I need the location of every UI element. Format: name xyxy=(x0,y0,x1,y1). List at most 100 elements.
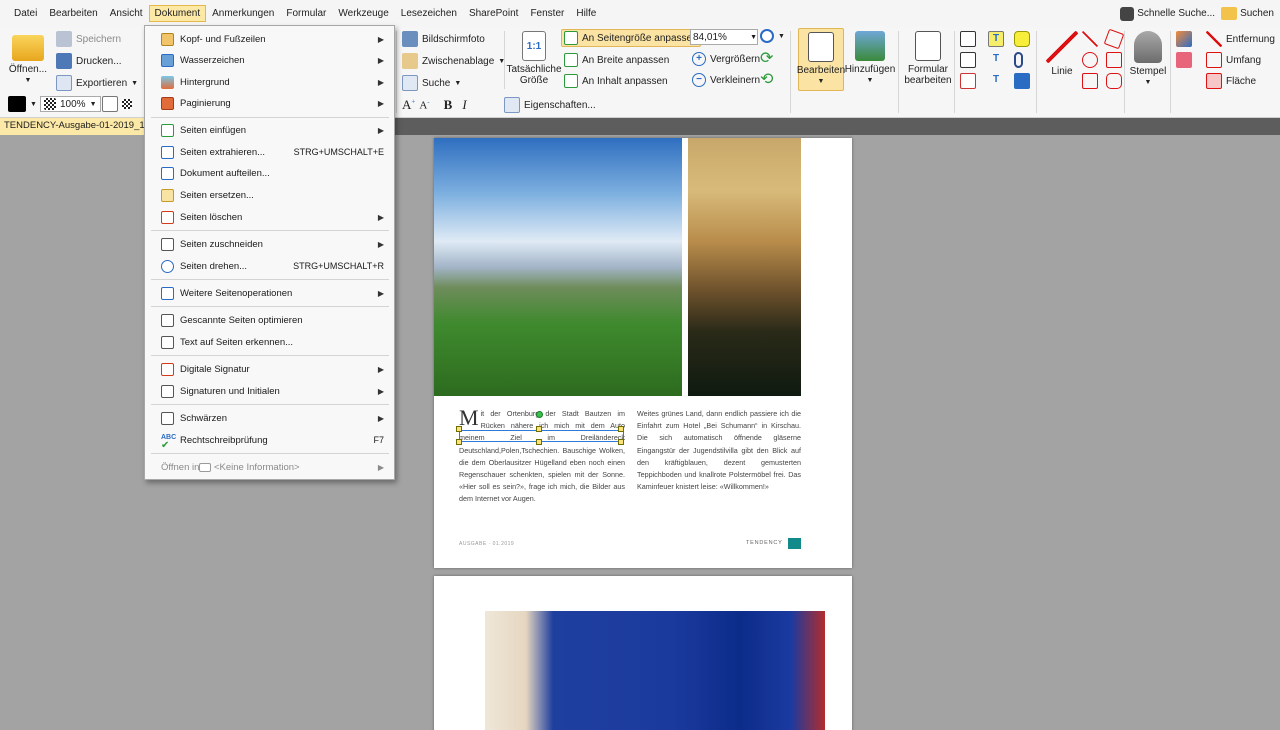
menu-item-wasserzeichen[interactable]: Wasserzeichen ▶ xyxy=(145,50,394,70)
menu-item-seiten-ersetzen[interactable]: Seiten ersetzen... xyxy=(145,185,394,205)
stroke-style-picker[interactable] xyxy=(102,96,132,112)
export-button[interactable]: Exportieren ▼ xyxy=(56,75,138,91)
pdf-page-1[interactable]: M it der Ortenburg der Stadt Bautzen im … xyxy=(434,138,852,568)
decrease-font-icon[interactable]: A- xyxy=(419,98,429,112)
menu-item-gescannte-seiten-optimieren[interactable]: Gescannte Seiten optimieren xyxy=(145,310,394,330)
search-tool-button[interactable]: Suche ▼ xyxy=(402,75,461,91)
ellipse-icon[interactable] xyxy=(1082,52,1098,68)
polygon-line-icon[interactable] xyxy=(1103,28,1125,50)
resize-handle[interactable] xyxy=(536,439,542,445)
rotate-cw-button[interactable]: ⟳ xyxy=(760,51,776,68)
menu-item-seiten-loeschen[interactable]: Seiten löschen ▶ xyxy=(145,207,394,227)
screenshot-button[interactable]: Bildschirmfoto xyxy=(402,31,485,47)
menu-separator xyxy=(151,230,389,231)
menu-dokument[interactable]: Dokument xyxy=(148,5,207,22)
distance-button[interactable]: Entfernung xyxy=(1206,31,1275,47)
menu-item-hintergrund[interactable]: Hintergrund ▶ xyxy=(145,72,394,92)
area-text-icon[interactable] xyxy=(960,73,976,89)
search-button[interactable]: Suchen xyxy=(1221,7,1274,20)
menu-item-seiten-zuschneiden[interactable]: Seiten zuschneiden ▶ xyxy=(145,234,394,254)
typewriter-icon[interactable]: T xyxy=(988,31,1004,47)
form-edit-button[interactable]: Formular bearbeiten xyxy=(904,31,952,86)
menu-item-digitale-signatur[interactable]: Digitale Signatur ▶ xyxy=(145,359,394,379)
resize-handle[interactable] xyxy=(456,439,462,445)
menu-item-seiten-extrahieren[interactable]: Seiten extrahieren... STRG+UMSCHALT+E xyxy=(145,142,394,162)
open-button[interactable]: Öffnen... ▼ xyxy=(6,32,50,86)
sticky-note-icon[interactable] xyxy=(1014,31,1030,47)
resize-handle[interactable] xyxy=(536,426,542,432)
edit-button[interactable]: Bearbeiten ▼ xyxy=(797,28,845,91)
menu-bearbeiten[interactable]: Bearbeiten xyxy=(43,5,103,22)
menu-fenster[interactable]: Fenster xyxy=(524,5,570,22)
stamp-button[interactable]: Stempel ▼ xyxy=(1128,31,1168,88)
cloud-icon[interactable] xyxy=(1106,73,1122,89)
add-button[interactable]: Hinzufügen ▼ xyxy=(845,31,895,86)
callout-icon[interactable] xyxy=(960,52,976,68)
menu-anmerkungen[interactable]: Anmerkungen xyxy=(206,5,280,22)
menu-ansicht[interactable]: Ansicht xyxy=(104,5,149,22)
paperclip-icon[interactable] xyxy=(1014,52,1023,68)
menu-item-seiten-drehen[interactable]: Seiten drehen... STRG+UMSCHALT+R xyxy=(145,256,394,276)
textbox-icon[interactable] xyxy=(960,31,976,47)
zoom-input[interactable]: 84,01% ▼ xyxy=(690,29,758,45)
menu-item-paginierung[interactable]: Paginierung ▶ xyxy=(145,93,394,113)
document-tab[interactable]: TENDENCY-Ausgabe-01-2019_180 xyxy=(0,118,150,135)
fit-width-button[interactable]: An Breite anpassen xyxy=(564,53,669,67)
opacity-select[interactable]: 100% ▼ xyxy=(40,96,101,112)
menu-item-seiten-einfuegen[interactable]: Seiten einfügen ▶ xyxy=(145,120,394,140)
rotate-ccw-button[interactable]: ⟲ xyxy=(760,72,776,89)
chevron-down-icon: ▼ xyxy=(89,100,97,108)
quick-search-button[interactable]: Schnelle Suche... xyxy=(1120,6,1215,21)
pdf-page-2[interactable] xyxy=(434,576,852,730)
menu-item-kopf-fusszeilen[interactable]: Kopf- und Fußzeilen ▶ xyxy=(145,29,394,49)
dokument-menu: Kopf- und Fußzeilen ▶ Wasserzeichen ▶ Hi… xyxy=(144,25,395,480)
menu-datei[interactable]: Datei xyxy=(8,5,43,22)
pencil-icon[interactable] xyxy=(1176,31,1192,47)
rectangle-icon[interactable] xyxy=(1082,73,1098,89)
replace-text-tools: T xyxy=(988,73,1004,89)
magnifier-icon xyxy=(760,29,774,43)
print-button[interactable]: Drucken... xyxy=(56,53,122,69)
menu-formular[interactable]: Formular xyxy=(280,5,332,22)
fit-content-button[interactable]: An Inhalt anpassen xyxy=(564,74,668,88)
increase-font-icon[interactable]: A+ xyxy=(402,97,415,113)
properties-button[interactable]: Eigenschaften... xyxy=(504,97,596,113)
replace-text-icon[interactable]: T xyxy=(988,73,1004,89)
zoom-in-button[interactable]: + Vergrößern xyxy=(692,52,760,66)
italic-icon[interactable]: I xyxy=(462,97,466,113)
rotate-handle[interactable] xyxy=(536,411,543,418)
menu-item-weitere-seitenoperationen[interactable]: Weitere Seitenoperationen ▶ xyxy=(145,283,394,303)
save-button[interactable]: Speichern xyxy=(56,31,121,47)
resize-handle[interactable] xyxy=(456,426,462,432)
menu-item-schwaerzen[interactable]: Schwärzen ▶ xyxy=(145,408,394,428)
text-column-right[interactable]: Weites grünes Land, dann endlich passier… xyxy=(637,408,801,493)
insert-text-icon[interactable]: T xyxy=(988,52,1004,68)
menu-lesezeichen[interactable]: Lesezeichen xyxy=(395,5,463,22)
menu-werkzeuge[interactable]: Werkzeuge xyxy=(332,5,394,22)
actual-size-button[interactable]: 1:1 Tatsächliche Größe xyxy=(506,31,562,86)
perimeter-button[interactable]: Umfang xyxy=(1206,52,1261,68)
arrow-icon[interactable] xyxy=(1082,31,1098,47)
line-tool-button[interactable]: Linie xyxy=(1042,31,1082,77)
clipboard-button[interactable]: Zwischenablage ▼ xyxy=(402,53,505,69)
fill-color-picker[interactable]: ▼ xyxy=(8,96,37,112)
text-column-left[interactable]: M it der Ortenburg der Stadt Bautzen im … xyxy=(459,407,625,506)
text-tools-row3 xyxy=(960,73,976,89)
menu-item-rechtschreibpruefung[interactable]: ABC ✔ Rechtschreibprüfung F7 xyxy=(145,430,394,451)
resize-handle[interactable] xyxy=(618,426,624,432)
menu-hilfe[interactable]: Hilfe xyxy=(570,5,602,22)
pentagon-icon[interactable] xyxy=(1106,52,1122,68)
speaker-icon[interactable] xyxy=(1014,73,1030,89)
menu-item-dokument-aufteilen[interactable]: Dokument aufteilen... xyxy=(145,163,394,183)
menu-item-oeffnen-in: Öffnen in: <Keine Information> ▶ xyxy=(161,461,384,473)
bold-icon[interactable]: B xyxy=(444,97,453,113)
resize-handle[interactable] xyxy=(618,439,624,445)
zoom-out-button[interactable]: − Verkleinern xyxy=(692,73,760,87)
menu-item-signaturen-initialen[interactable]: Signaturen und Initialen ▶ xyxy=(145,381,394,401)
area-button[interactable]: Fläche xyxy=(1206,73,1256,89)
eraser-icon[interactable] xyxy=(1176,52,1192,68)
menu-item-text-erkennen[interactable]: Text auf Seiten erkennen... xyxy=(145,332,394,352)
fit-page-button[interactable]: An Seitengröße anpassen xyxy=(561,29,701,47)
menu-sharepoint[interactable]: SharePoint xyxy=(463,5,524,22)
zoom-tool-button[interactable]: ▼ xyxy=(760,29,785,43)
